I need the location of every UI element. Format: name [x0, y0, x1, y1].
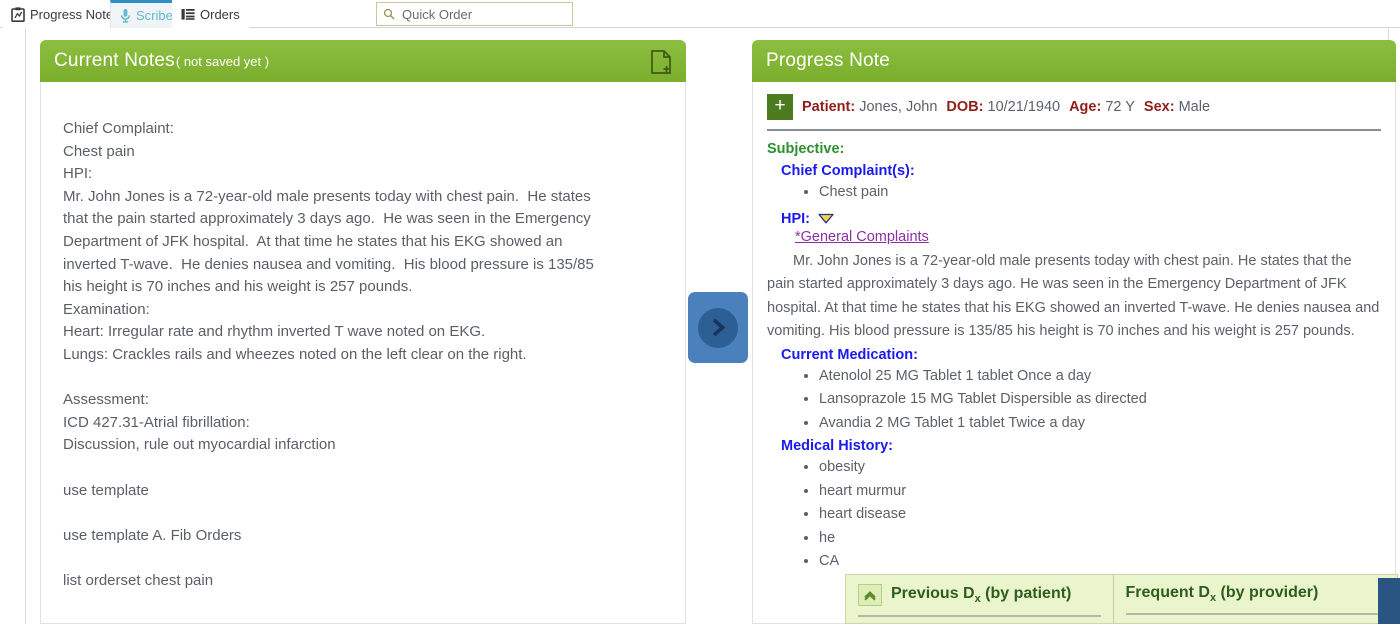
transfer-circle — [698, 307, 738, 348]
general-complaints-link[interactable]: *General Complaints — [795, 229, 1381, 245]
patient-age-label: Age: — [1069, 99, 1102, 115]
search-icon — [383, 8, 395, 20]
chevron-up-icon[interactable] — [858, 584, 882, 606]
list-item: obesity — [819, 456, 1381, 480]
frequent-dx-head: Frequent Dx (by provider) — [1126, 584, 1385, 604]
previous-dx-divider — [858, 615, 1101, 617]
list-item: Avandia 2 MG Tablet 1 tablet Twice a day — [819, 412, 1381, 436]
page-title: Current Notes — [54, 50, 175, 71]
patient-age-value: 72 Y — [1105, 99, 1135, 115]
patient-sex-label: Sex: — [1143, 99, 1175, 115]
save-status-label: ( not saved yet ) — [175, 53, 270, 69]
patient-dob-field: DOB: 10/21/1940 — [946, 99, 1060, 115]
quick-order-search[interactable] — [376, 2, 573, 26]
hpi-paragraph: Mr. John Jones is a 72-year-old male pre… — [767, 252, 1380, 340]
tab-progress-notes-label: Progress Notes — [30, 6, 120, 22]
current-notes-body: Chief Complaint: Chest pain HPI: Mr. Joh… — [40, 82, 686, 624]
hpi-heading: HPI: — [781, 210, 810, 227]
frequent-dx-divider — [1125, 613, 1385, 616]
current-medication-heading: Current Medication: — [781, 346, 918, 363]
frequent-dx-title-main: Frequent D — [1125, 584, 1210, 601]
patient-sex-field: Sex: Male — [1144, 99, 1210, 115]
chevron-right-icon — [710, 318, 727, 337]
triangle-down-icon[interactable] — [818, 213, 834, 224]
current-notes-header: Current Notes ( not saved yet ) — [40, 40, 686, 82]
search-input[interactable] — [400, 5, 566, 23]
previous-dx-pane: Previous Dx (by patient) — [846, 575, 1114, 623]
patient-sex-value: Male — [1178, 99, 1211, 115]
progress-note-panel: Progress Note + Patient: Jones, John DOB… — [752, 40, 1396, 624]
frequent-dx-title-tail: (by provider) — [1216, 584, 1319, 601]
list-item: he — [819, 527, 1381, 551]
chief-complaint-list: Chest pain — [767, 181, 1381, 205]
patient-name-label: Patient: — [802, 99, 856, 115]
hpi-heading-row: HPI: — [781, 211, 1381, 227]
new-document-icon[interactable] — [650, 50, 672, 79]
progress-note-title: Progress Note — [766, 50, 891, 71]
previous-dx-title-tail: (by patient) — [980, 584, 1072, 602]
previous-dx-head: Previous Dx (by patient) — [858, 584, 1101, 606]
chief-complaint-heading: Chief Complaint(s): — [781, 163, 915, 179]
left-frame-line — [25, 28, 26, 624]
tab-scribe-label: Scribe — [136, 8, 173, 23]
frequent-dx-pane: Frequent Dx (by provider) — [1114, 575, 1397, 623]
progress-note-header: Progress Note — [752, 40, 1396, 82]
previous-dx-title: Previous Dx (by patient) — [891, 585, 1071, 605]
list-item: Atenolol 25 MG Tablet 1 tablet Once a da… — [819, 365, 1381, 389]
right-collapsed-panel[interactable] — [1378, 578, 1400, 624]
transfer-to-note-button[interactable] — [688, 292, 748, 363]
list-item: heart murmur — [819, 480, 1381, 504]
patient-dob-value: 10/21/1940 — [987, 99, 1061, 115]
microphone-icon — [120, 8, 131, 23]
progress-note-body: + Patient: Jones, John DOB: 10/21/1940 A… — [752, 82, 1396, 624]
note-sections: Subjective: Chief Complaint(s): Chest pa… — [753, 131, 1395, 574]
dx-popup: Previous Dx (by patient) Frequent Dx (by… — [845, 574, 1398, 624]
list-item: heart disease — [819, 503, 1381, 527]
current-notes-panel: Current Notes ( not saved yet ) Chief Co… — [40, 40, 686, 624]
medical-history-list: obesity heart murmur heart disease he CA — [767, 456, 1381, 574]
list-item: Lansoprazole 15 MG Tablet Dispersible as… — [819, 388, 1381, 412]
subjective-heading: Subjective: — [767, 141, 845, 157]
previous-dx-title-main: Previous D — [891, 584, 975, 602]
patient-age-field: Age: 72 Y — [1069, 99, 1135, 115]
patient-info-bar: + Patient: Jones, John DOB: 10/21/1940 A… — [753, 82, 1395, 120]
list-item: CA — [819, 550, 1381, 574]
add-patient-button[interactable]: + — [767, 94, 793, 120]
top-tab-bar: Progress Notes Scribe Orders — [0, 0, 1400, 28]
patient-dob-label: DOB: — [946, 99, 984, 115]
list-lines-icon — [181, 8, 195, 21]
list-item: Chest pain — [819, 181, 1381, 205]
frequent-dx-title: Frequent Dx (by provider) — [1126, 584, 1319, 604]
clipboard-note-icon — [11, 6, 25, 22]
tab-orders[interactable]: Orders — [172, 0, 249, 28]
patient-name-value: Jones, John — [859, 99, 938, 115]
note-textarea[interactable]: Chief Complaint: Chest pain HPI: Mr. Joh… — [41, 118, 685, 592]
medical-history-heading: Medical History: — [781, 438, 893, 455]
current-medication-list: Atenolol 25 MG Tablet 1 tablet Once a da… — [767, 365, 1381, 436]
patient-name-field: Patient: Jones, John — [802, 99, 937, 115]
tab-orders-label: Orders — [200, 6, 240, 22]
